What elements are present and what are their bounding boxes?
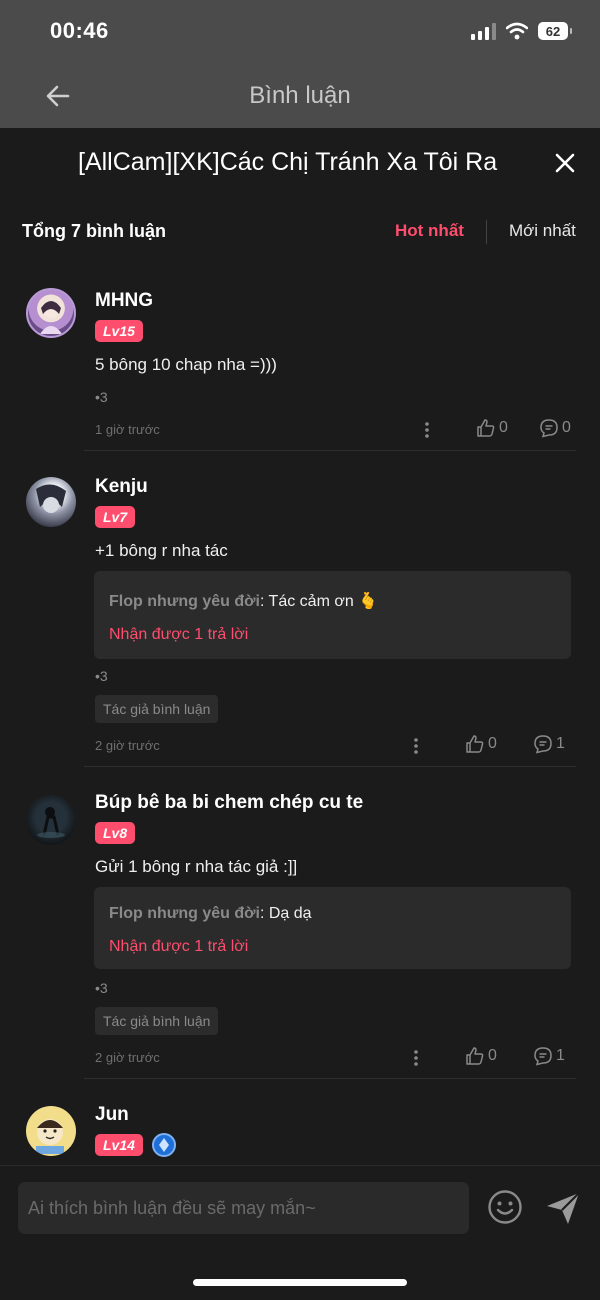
reply-author[interactable]: Flop nhưng yêu đời [109, 593, 260, 610]
comment-text: Gửi 1 bông r nha tác giả :]] [95, 857, 298, 876]
thumbs-up-icon [466, 1047, 484, 1065]
comment-count: Tổng 7 bình luận [22, 221, 166, 241]
like-button[interactable]: 0 [476, 418, 508, 438]
level-badge: Lv14 [95, 1134, 143, 1156]
comment-dot-count: •3 [95, 668, 108, 684]
level-badge: Lv15 [95, 320, 143, 342]
like-count: 0 [488, 735, 497, 752]
avatar[interactable] [26, 795, 76, 845]
level-badge: Lv8 [95, 822, 136, 844]
comment-input[interactable] [18, 1182, 469, 1234]
reply-count: 1 [556, 1047, 565, 1064]
comment-dot-count: •3 [95, 389, 108, 405]
reply-content: : Dạ dạ [259, 905, 312, 922]
thumbs-up-icon [466, 735, 484, 753]
comment-divider [84, 766, 576, 767]
status-time: 00:46 [50, 18, 109, 43]
sheet-title: [AllCam][XK]Các Chị Tránh Xa Tôi Ra [78, 148, 498, 176]
reply-button[interactable]: 1 [533, 1046, 565, 1066]
comments-sheet: [AllCam][XK]Các Chị Tránh Xa Tôi Ra Tổng… [0, 128, 600, 1299]
thumbs-up-icon [477, 419, 495, 437]
vip-badge-icon [152, 1133, 176, 1157]
comment-text: +1 bông r nha tác [95, 541, 228, 560]
comment-dot-count: •3 [95, 980, 108, 996]
reply-count: 1 [556, 735, 565, 752]
avatar-figure-icon [37, 807, 65, 838]
send-icon[interactable] [544, 1189, 582, 1227]
nav-title: Bình luận [249, 82, 351, 109]
avatar-portrait-icon [36, 484, 66, 513]
reply-preview-text: Flop nhưng yêu đời: Dạ dạ [109, 905, 312, 923]
reply-preview[interactable]: Flop nhưng yêu đời: Dạ dạ Nhận được 1 tr… [94, 887, 571, 969]
avatar[interactable] [26, 288, 76, 338]
comment-time: 1 giờ trước [95, 422, 160, 437]
comment-username[interactable]: Jun [95, 1104, 129, 1126]
avatar-portrait-icon [40, 301, 62, 334]
avatar[interactable] [26, 1106, 76, 1156]
comment-username[interactable]: Búp bê ba bi chem chép cu te [95, 792, 363, 814]
status-icons: 62 [471, 22, 572, 40]
comment-username[interactable]: Kenju [95, 476, 148, 498]
like-count: 0 [488, 1047, 497, 1064]
nav-bar: Bình luận [0, 66, 600, 128]
sort-newest-tab[interactable]: Mới nhất [509, 221, 576, 241]
reply-content: : Tác cảm ơn 🫰 [259, 593, 379, 610]
cellular-signal-icon [471, 22, 496, 40]
status-bar: 00:46 62 [0, 0, 600, 66]
sort-divider [486, 220, 487, 244]
more-options-icon[interactable] [413, 1049, 419, 1067]
comment-time: 2 giờ trước [95, 738, 160, 753]
wifi-icon [506, 22, 528, 40]
reply-button[interactable]: 1 [533, 734, 565, 754]
more-options-icon[interactable] [424, 421, 430, 439]
comment-username[interactable]: MHNG [95, 290, 153, 312]
like-button[interactable]: 0 [465, 734, 497, 754]
comment-bubble-icon [540, 419, 558, 438]
reply-author[interactable]: Flop nhưng yêu đời [109, 905, 260, 922]
comment-divider [84, 1078, 576, 1079]
reply-preview[interactable]: Flop nhưng yêu đời: Tác cảm ơn 🫰 Nhận đư… [94, 571, 571, 659]
battery-level: 62 [545, 23, 561, 39]
avatar[interactable] [26, 477, 76, 527]
more-options-icon[interactable] [413, 737, 419, 755]
author-comment-tag: Tác giả bình luận [95, 695, 219, 723]
emoji-icon[interactable] [487, 1189, 523, 1225]
comment-bubble-icon [534, 735, 552, 754]
battery-icon: 62 [538, 22, 572, 40]
sort-hot-tab[interactable]: Hot nhất [395, 221, 464, 241]
author-comment-tag: Tác giả bình luận [95, 1007, 219, 1035]
reply-button[interactable]: 0 [539, 418, 571, 438]
close-icon[interactable] [554, 152, 576, 174]
comment-divider [84, 450, 576, 451]
like-button[interactable]: 0 [465, 1046, 497, 1066]
home-indicator[interactable] [193, 1279, 407, 1286]
comment-bubble-icon [534, 1047, 552, 1066]
reply-preview-text: Flop nhưng yêu đời: Tác cảm ơn 🫰 [109, 591, 378, 611]
like-count: 0 [499, 419, 508, 436]
comment-text: 5 bông 10 chap nha =))) [95, 355, 277, 374]
avatar-cartoon-icon [36, 1119, 64, 1154]
level-badge: Lv7 [95, 506, 136, 528]
replies-received-link[interactable]: Nhận được 1 trả lời [109, 938, 248, 956]
replies-received-link[interactable]: Nhận được 1 trả lời [109, 626, 248, 644]
reply-count: 0 [562, 419, 571, 436]
diamond-icon [159, 1138, 169, 1152]
comment-time: 2 giờ trước [95, 1050, 160, 1065]
